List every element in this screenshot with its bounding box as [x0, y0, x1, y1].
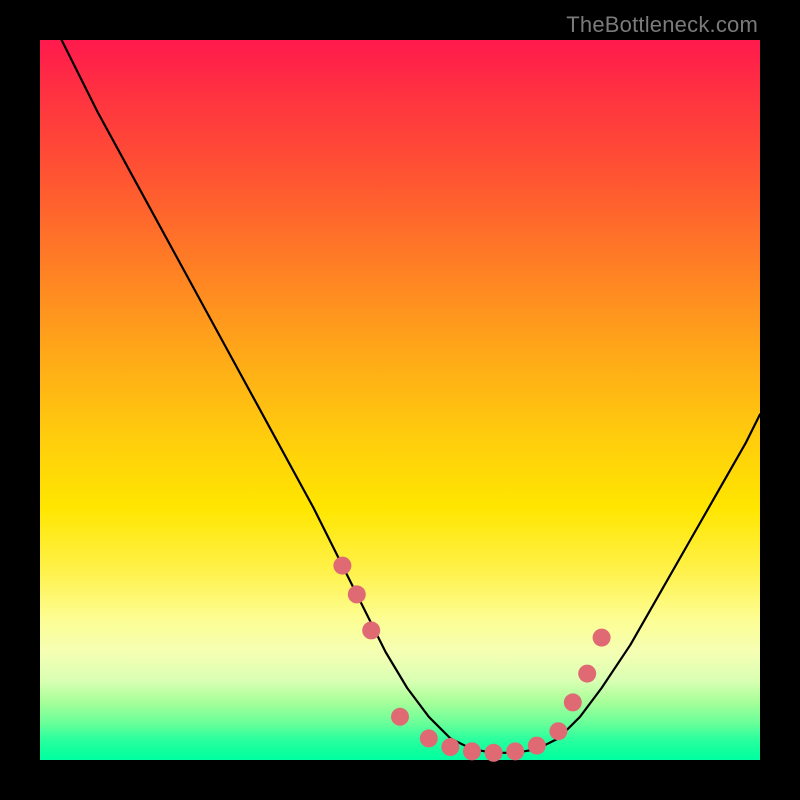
highlight-dot [549, 722, 567, 740]
highlight-dots-group [333, 557, 610, 762]
highlight-dot [578, 665, 596, 683]
highlight-dot [348, 585, 366, 603]
highlight-dot [441, 738, 459, 756]
highlight-dot [564, 693, 582, 711]
highlight-dot [506, 742, 524, 760]
highlight-dot [485, 744, 503, 762]
watermark-text: TheBottleneck.com [566, 12, 758, 38]
highlight-dot [593, 629, 611, 647]
highlight-dot [528, 737, 546, 755]
highlight-dot [420, 729, 438, 747]
highlight-dot [362, 621, 380, 639]
chart-stage: TheBottleneck.com [0, 0, 800, 800]
highlight-dot [463, 742, 481, 760]
chart-overlay-svg [40, 40, 760, 760]
highlight-dot [391, 708, 409, 726]
highlight-dot [333, 557, 351, 575]
bottleneck-curve-path [62, 40, 760, 753]
